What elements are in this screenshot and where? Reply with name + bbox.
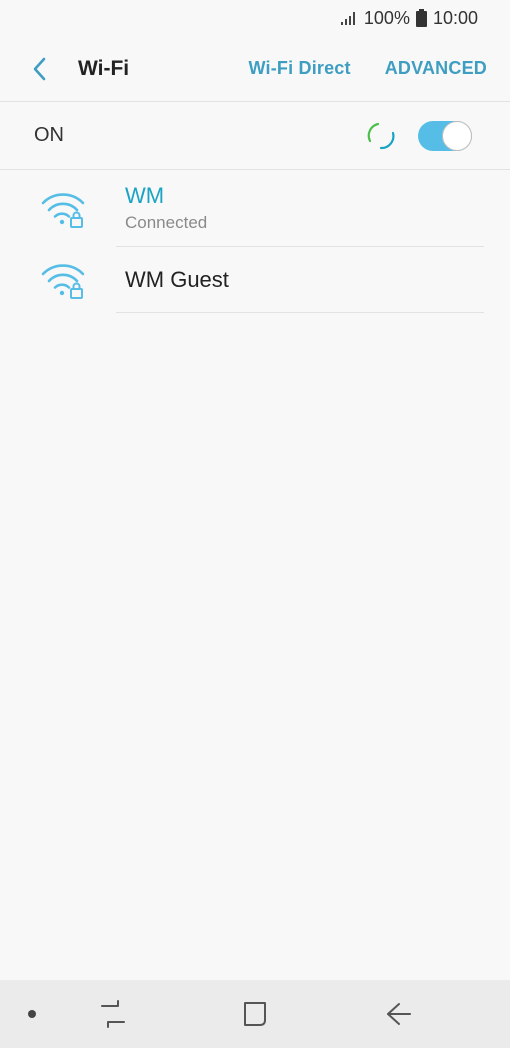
wifi-direct-button[interactable]: Wi-Fi Direct <box>248 58 350 79</box>
network-status: Connected <box>125 213 208 232</box>
navigation-bar <box>0 980 510 1048</box>
back-button[interactable] <box>14 43 66 95</box>
network-text: WM Connected <box>125 183 484 233</box>
app-bar: Wi-Fi Wi-Fi Direct ADVANCED <box>0 36 510 102</box>
nav-indicator-dot <box>28 1010 36 1018</box>
advanced-button[interactable]: ADVANCED <box>385 58 487 79</box>
network-item-wm[interactable]: WM Connected <box>0 171 510 247</box>
wifi-settings-screen: 100% 10:00 Wi-Fi Wi-Fi Direct ADVANCED O… <box>0 0 510 1048</box>
clock: 10:00 <box>432 7 478 28</box>
wifi-toggle[interactable] <box>418 120 472 151</box>
signal-icon <box>340 12 355 25</box>
network-text: WM Guest <box>125 267 484 293</box>
battery-percent: 100% <box>363 7 410 28</box>
network-name: WM Guest <box>125 267 229 292</box>
wifi-master-switch-row[interactable]: ON <box>0 102 510 170</box>
toggle-knob <box>442 120 472 151</box>
chevron-left-icon <box>33 57 46 80</box>
network-list: WM Connected WM Guest <box>0 171 510 313</box>
status-bar: 100% 10:00 <box>0 0 510 36</box>
divider <box>116 312 484 313</box>
page-title: Wi-Fi <box>78 56 130 80</box>
recent-apps-icon[interactable] <box>98 998 128 1030</box>
wifi-secured-icon <box>41 193 85 228</box>
network-name: WM <box>125 183 165 208</box>
back-nav-icon[interactable] <box>383 998 413 1030</box>
network-item-wm-guest[interactable]: WM Guest <box>0 247 510 313</box>
home-icon[interactable] <box>240 998 270 1030</box>
switch-state-label: ON <box>34 124 64 146</box>
wifi-secured-icon <box>41 264 85 299</box>
scanning-spinner-icon <box>367 122 395 149</box>
battery-icon <box>415 9 427 27</box>
